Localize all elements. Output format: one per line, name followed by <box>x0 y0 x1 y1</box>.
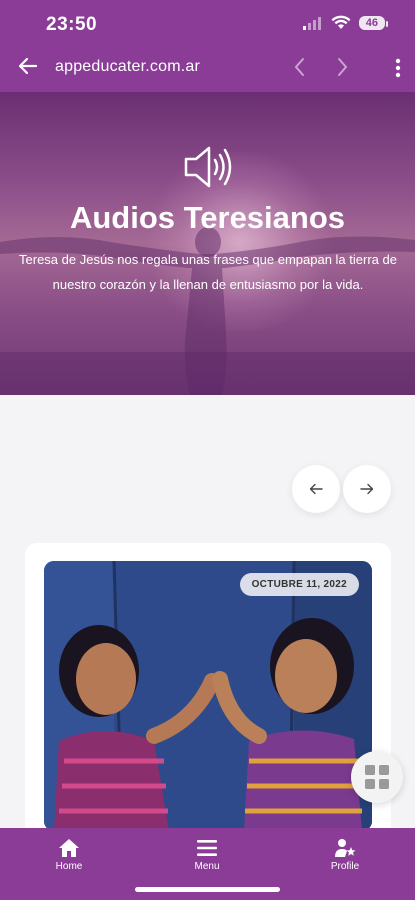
post-date-badge: OCTUBRE 11, 2022 <box>239 573 359 596</box>
nav-profile-label: Profile <box>330 861 360 872</box>
status-bar: 23:50 46 <box>0 0 415 48</box>
chevron-right-icon[interactable] <box>332 56 352 78</box>
hero-title: Audios Teresianos <box>69 200 346 235</box>
menu-icon <box>197 840 217 856</box>
hero-banner: Audios Teresianos Teresa de Jesús nos re… <box>0 92 415 395</box>
top-bar: 23:50 46 appeducater.com.ar <box>0 0 415 92</box>
speaker-icon <box>184 146 232 188</box>
arrow-right-icon <box>360 483 374 495</box>
back-arrow-icon[interactable] <box>16 54 40 78</box>
url-text[interactable]: appeducater.com.ar <box>55 58 200 76</box>
nav-menu[interactable]: Menu <box>172 838 242 872</box>
carousel-prev-button[interactable] <box>292 465 340 513</box>
arrow-left-icon <box>309 483 323 495</box>
nav-menu-label: Menu <box>194 861 220 872</box>
status-icons: 46 <box>302 15 389 30</box>
status-time: 23:50 <box>46 14 98 35</box>
home-icon <box>59 839 79 857</box>
profile-star-icon <box>335 839 356 857</box>
grid-icon <box>365 765 389 789</box>
chevron-left-icon[interactable] <box>290 56 310 78</box>
more-options-icon[interactable] <box>390 56 406 80</box>
browser-bar: appeducater.com.ar <box>0 48 415 88</box>
home-indicator[interactable] <box>135 887 280 892</box>
carousel-next-button[interactable] <box>343 465 391 513</box>
post-photo <box>44 561 372 831</box>
nav-profile[interactable]: Profile <box>310 838 380 872</box>
signal-icon <box>302 16 321 30</box>
hero-silhouette-image <box>0 227 415 395</box>
battery-indicator: 46 <box>358 15 389 30</box>
post-image[interactable]: OCTUBRE 11, 2022 <box>44 561 372 831</box>
wifi-icon <box>331 15 351 29</box>
nav-home[interactable]: Home <box>34 838 104 872</box>
grid-view-button[interactable] <box>351 751 403 803</box>
hero-description: Teresa de Jesús nos regala unas frases q… <box>19 252 397 292</box>
nav-home-label: Home <box>55 861 83 872</box>
